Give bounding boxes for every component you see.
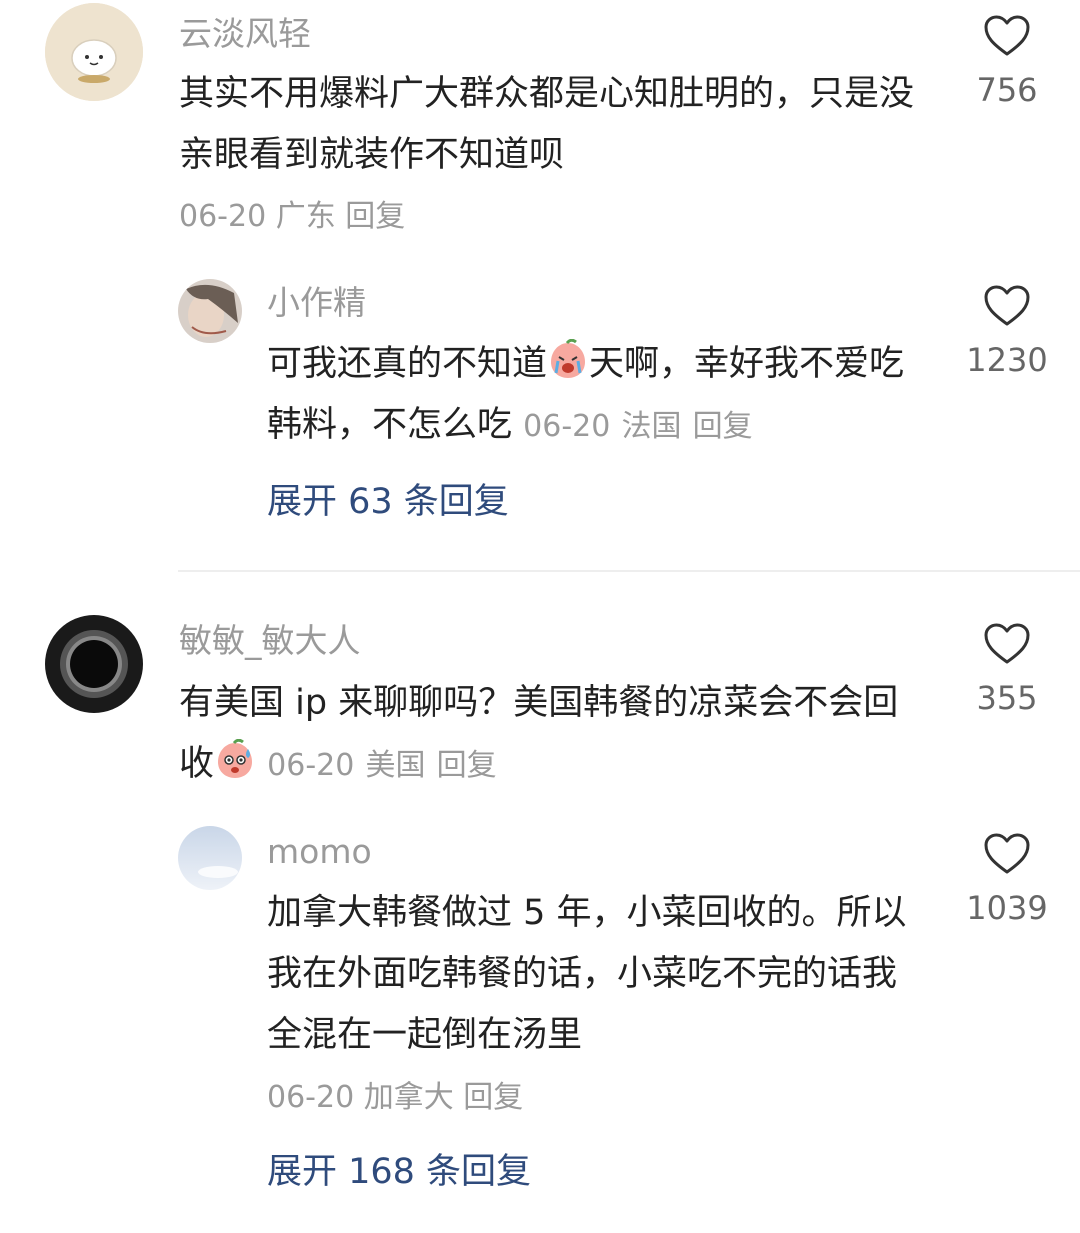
comment-meta: 06-20 广东 回复 bbox=[179, 197, 405, 237]
reply-date: 06-20 bbox=[267, 1080, 355, 1115]
comment-date: 06-20 bbox=[267, 748, 355, 783]
crying-peach-emoji-icon bbox=[551, 339, 586, 378]
comment-location: 广东 bbox=[275, 199, 336, 234]
like-count: 1230 bbox=[966, 341, 1048, 379]
reply-location: 加拿大 bbox=[363, 1080, 454, 1115]
heart-icon bbox=[984, 833, 1030, 874]
expand-replies-button[interactable]: 展开 168 条回复 bbox=[267, 1150, 531, 1194]
heart-icon bbox=[984, 623, 1030, 664]
comment-text: 有美国 ip 来聊聊吗？美国韩餐的凉菜会不会回收 06-20 美国 回复 bbox=[179, 673, 919, 796]
avatar[interactable] bbox=[178, 826, 242, 890]
reply-text: 可我还真的不知道 天啊，幸好我不爱吃韩料，不怎么吃 06-20 法国 回复 bbox=[267, 334, 927, 457]
like-button[interactable]: 355 bbox=[947, 622, 1067, 716]
like-count: 756 bbox=[976, 71, 1038, 109]
bun-avatar-icon bbox=[45, 3, 143, 101]
sky-avatar-icon bbox=[178, 826, 242, 890]
portrait-avatar-icon bbox=[178, 279, 242, 343]
like-button[interactable]: 1039 bbox=[947, 832, 1067, 926]
avatar[interactable] bbox=[178, 279, 242, 343]
heart-icon bbox=[984, 285, 1030, 326]
comment-location: 美国 bbox=[365, 748, 426, 783]
comment-username[interactable]: 敏敏_敏大人 bbox=[179, 621, 361, 661]
reply-button[interactable]: 回复 bbox=[463, 1080, 523, 1115]
eclipse-avatar-icon bbox=[45, 615, 143, 713]
reply-text: 加拿大韩餐做过 5 年，小菜回收的。所以我在外面吃韩餐的话，小菜吃不完的话我全混… bbox=[267, 893, 907, 1055]
reply-username[interactable]: momo bbox=[267, 832, 372, 872]
expand-replies-button[interactable]: 展开 63 条回复 bbox=[267, 480, 509, 524]
reply-username[interactable]: 小作精 bbox=[267, 283, 366, 323]
divider bbox=[178, 570, 1080, 572]
reply-date: 06-20 bbox=[523, 409, 611, 444]
comment-date: 06-20 bbox=[179, 199, 267, 234]
reply-text-part: 可我还真的不知道 bbox=[267, 344, 548, 384]
avatar[interactable] bbox=[45, 615, 143, 713]
reply-button[interactable]: 回复 bbox=[437, 748, 497, 783]
like-count: 355 bbox=[976, 679, 1038, 717]
reply-location: 法国 bbox=[621, 409, 682, 444]
heart-icon bbox=[984, 15, 1030, 56]
reply-meta: 06-20 加拿大 回复 bbox=[267, 1078, 523, 1118]
comment-username[interactable]: 云淡风轻 bbox=[179, 14, 311, 54]
comment-text: 其实不用爆料广大群众都是心知肚明的，只是没亲眼看到就装作不知道呗 bbox=[179, 74, 915, 175]
like-count: 1039 bbox=[966, 889, 1048, 927]
reply-button[interactable]: 回复 bbox=[345, 199, 405, 234]
avatar[interactable] bbox=[45, 3, 143, 101]
sweating-peach-emoji-icon bbox=[218, 739, 253, 778]
like-button[interactable]: 756 bbox=[947, 14, 1067, 108]
reply-button[interactable]: 回复 bbox=[693, 409, 753, 444]
like-button[interactable]: 1230 bbox=[947, 284, 1067, 378]
